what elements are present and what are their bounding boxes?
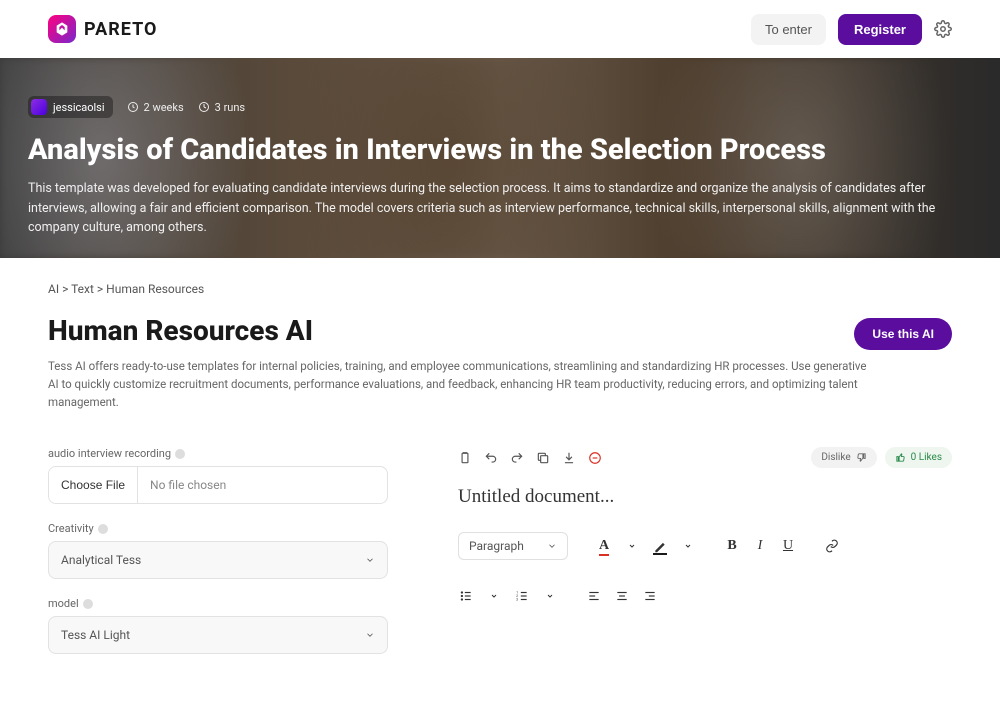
info-icon[interactable] — [175, 449, 185, 459]
hero-meta: jessicaolsi 2 weeks 3 runs — [28, 96, 972, 118]
register-button[interactable]: Register — [838, 14, 922, 45]
main-content: AI > Text > Human Resources Human Resour… — [0, 258, 1000, 712]
clipboard-icon[interactable] — [458, 451, 472, 465]
model-label: model — [48, 597, 79, 610]
section-title: Human Resources AI — [48, 314, 313, 347]
brand-name: PARETO — [84, 19, 157, 40]
runs-icon — [198, 101, 210, 113]
clock-icon — [127, 101, 139, 113]
thumbs-down-icon — [856, 452, 867, 463]
editor-reactions: Dislike 0 Likes — [811, 447, 952, 468]
age-meta: 2 weeks — [127, 101, 184, 114]
hero-banner: jessicaolsi 2 weeks 3 runs Analysis of C… — [0, 58, 1000, 258]
delete-icon[interactable] — [588, 451, 602, 465]
color-group: A — [596, 538, 696, 554]
redo-icon[interactable] — [510, 451, 524, 465]
download-icon[interactable] — [562, 451, 576, 465]
brand-logo[interactable]: PARETO — [48, 15, 157, 43]
creativity-select[interactable]: Analytical Tess — [48, 541, 388, 579]
choose-file-button[interactable]: Choose File — [49, 467, 138, 503]
breadcrumb[interactable]: AI > Text > Human Resources — [48, 282, 952, 296]
bold-button[interactable]: B — [724, 538, 740, 554]
form-column: audio interview recording Choose File No… — [48, 447, 388, 672]
style-group: B I U — [724, 538, 796, 554]
hero-description: This template was developed for evaluati… — [28, 179, 948, 237]
editor-toolbar: Paragraph A B I U — [458, 532, 952, 604]
link-group — [824, 538, 840, 554]
copy-icon[interactable] — [536, 451, 550, 465]
underline-button[interactable]: U — [780, 538, 796, 554]
section-description: Tess AI offers ready-to-use templates fo… — [48, 358, 868, 411]
document-title[interactable]: Untitled document... — [458, 486, 952, 508]
svg-text:3: 3 — [516, 598, 518, 602]
highlight-dropdown[interactable] — [680, 538, 696, 554]
info-icon[interactable] — [98, 524, 108, 534]
runs-meta: 3 runs — [198, 101, 245, 114]
text-color-button[interactable]: A — [596, 538, 612, 554]
highlight-icon — [653, 540, 667, 554]
app-header: PARETO To enter Register — [0, 0, 1000, 58]
creativity-label: Creativity — [48, 522, 94, 535]
logo-icon — [48, 15, 76, 43]
audio-field: audio interview recording Choose File No… — [48, 447, 388, 504]
chevron-down-icon — [365, 555, 375, 565]
chevron-down-icon — [365, 630, 375, 640]
creativity-field: Creativity Analytical Tess — [48, 522, 388, 579]
hero-title: Analysis of Candidates in Interviews in … — [28, 134, 972, 167]
model-select[interactable]: Tess AI Light — [48, 616, 388, 654]
two-column-layout: audio interview recording Choose File No… — [48, 447, 952, 672]
model-field: model Tess AI Light — [48, 597, 388, 654]
header-actions: To enter Register — [751, 14, 952, 45]
undo-icon[interactable] — [484, 451, 498, 465]
author-chip[interactable]: jessicaolsi — [28, 96, 113, 118]
link-button[interactable] — [824, 538, 840, 554]
file-status: No file chosen — [138, 467, 387, 503]
dislike-chip[interactable]: Dislike — [811, 447, 876, 468]
editor-action-icons — [458, 451, 602, 465]
editor-column: Dislike 0 Likes Untitled document... Par… — [458, 447, 952, 672]
likes-chip[interactable]: 0 Likes — [885, 447, 952, 468]
info-icon[interactable] — [83, 599, 93, 609]
block-format-select[interactable]: Paragraph — [458, 532, 568, 560]
author-name: jessicaolsi — [53, 101, 105, 114]
chevron-down-icon — [547, 541, 557, 551]
highlight-button[interactable] — [652, 538, 668, 554]
enter-button[interactable]: To enter — [751, 14, 826, 45]
use-ai-button[interactable]: Use this AI — [854, 318, 952, 350]
author-avatar — [31, 99, 47, 115]
file-input[interactable]: Choose File No file chosen — [48, 466, 388, 504]
section-header: Human Resources AI Use this AI — [48, 314, 952, 350]
editor-topbar: Dislike 0 Likes — [458, 447, 952, 468]
thumbs-up-icon — [895, 452, 906, 463]
text-color-dropdown[interactable] — [624, 538, 640, 554]
italic-button[interactable]: I — [752, 538, 768, 554]
settings-icon[interactable] — [934, 20, 952, 38]
audio-label: audio interview recording — [48, 447, 171, 460]
